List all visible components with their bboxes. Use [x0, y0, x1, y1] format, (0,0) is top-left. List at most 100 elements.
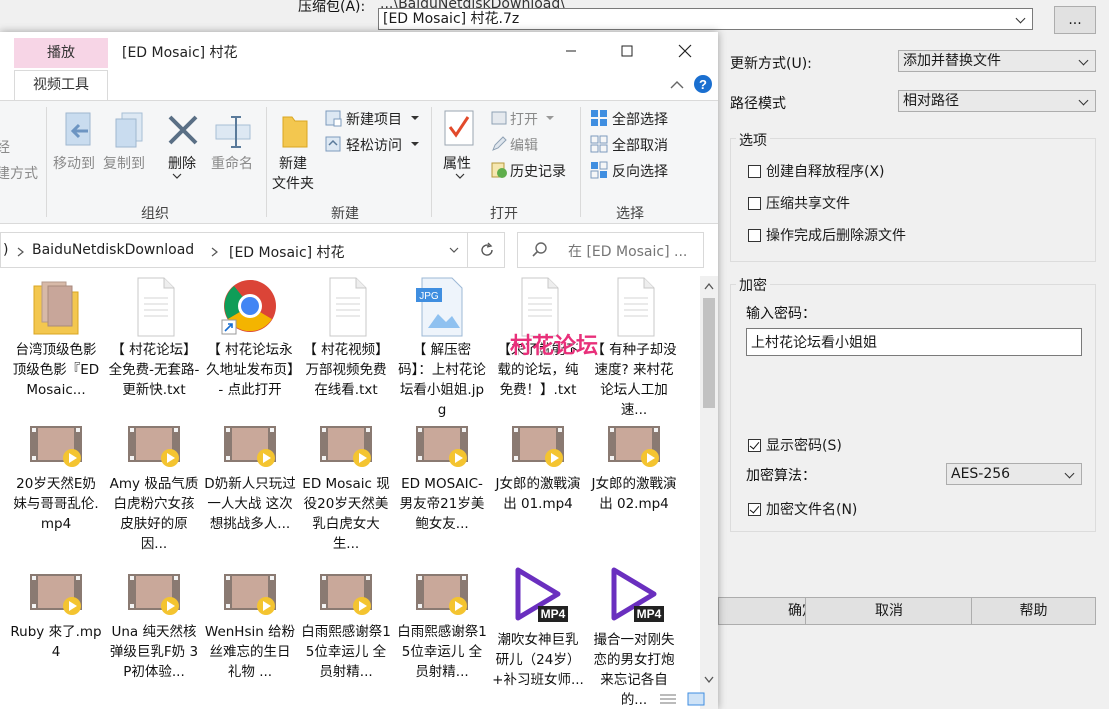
- checkbox-box-checked[interactable]: [748, 502, 761, 516]
- chevron-down-icon[interactable]: [1077, 51, 1091, 71]
- properties-button[interactable]: 属性: [443, 153, 471, 173]
- details-view-icon[interactable]: [658, 692, 678, 706]
- file-explorer-window: 播放 [ED Mosaic] 村花 视频工具 ? 经 建方式 移动到 复制到 删…: [0, 32, 718, 709]
- maximize-icon: [621, 45, 633, 57]
- ribbon-separator: [580, 107, 581, 217]
- edit-icon[interactable]: [490, 135, 508, 153]
- new-folder-icon[interactable]: [280, 111, 310, 151]
- chevron-down-icon[interactable]: [172, 173, 182, 179]
- cancel-button[interactable]: 取消: [805, 597, 973, 625]
- maximize-button[interactable]: [598, 32, 656, 70]
- move-to-icon[interactable]: [62, 111, 96, 151]
- copy-to-icon[interactable]: [112, 111, 146, 151]
- txt-file-icon: [316, 276, 376, 338]
- breadcrumb[interactable]: ) BaiduNetdiskDownload [ED Mosaic] 村花: [0, 232, 505, 268]
- checkbox-box[interactable]: [748, 196, 761, 210]
- file-name: WenHsin 给粉丝难忘的生日礼物 ...: [204, 624, 296, 680]
- ribbon-tabs: 视频工具 ?: [0, 70, 718, 100]
- chevron-down-icon[interactable]: [411, 142, 419, 147]
- file-name: 【 有种子却没速度? 来村花论坛人工加速...: [591, 342, 677, 418]
- vertical-scrollbar[interactable]: [700, 276, 718, 709]
- chevron-down-icon[interactable]: [546, 116, 554, 121]
- archive-name-combo[interactable]: [ED Mosaic] 村花.7z: [378, 8, 1033, 30]
- chevron-down-icon[interactable]: [449, 247, 459, 253]
- file-name: ED Mosaic 现役20岁天然美乳白虎女大生...: [302, 476, 390, 552]
- chevron-down-icon[interactable]: [1014, 9, 1028, 29]
- algorithm-select[interactable]: AES-256: [946, 463, 1082, 485]
- minimize-button[interactable]: [542, 32, 600, 70]
- open-button[interactable]: 打开: [510, 109, 538, 129]
- large-icons-view-icon[interactable]: [686, 692, 706, 706]
- file-name: ED MOSAIC-男友帝21岁美鲍女友...: [399, 476, 485, 532]
- breadcrumb-current[interactable]: [ED Mosaic] 村花: [229, 242, 345, 262]
- browse-button[interactable]: ...: [1054, 6, 1096, 34]
- chrome-file-icon: [220, 276, 280, 338]
- new-item-button[interactable]: 新建项目: [346, 109, 402, 129]
- help-icon[interactable]: ?: [693, 74, 713, 94]
- mp4-file-icon: MP4: [508, 566, 568, 628]
- password-input[interactable]: 上村花论坛看小姐姐: [746, 328, 1082, 356]
- select-all-button[interactable]: 全部选择: [612, 109, 668, 129]
- scroll-up-icon[interactable]: [704, 282, 714, 290]
- select-none-button[interactable]: 全部取消: [612, 135, 668, 155]
- new-folder-button-line2[interactable]: 文件夹: [272, 173, 314, 193]
- chevron-down-icon[interactable]: [1063, 464, 1077, 484]
- help-button[interactable]: 帮助: [971, 597, 1096, 625]
- breadcrumb-prefix: ): [3, 242, 9, 258]
- easy-access-button[interactable]: 轻松访问: [346, 135, 402, 155]
- invert-selection-icon[interactable]: [590, 161, 608, 179]
- checkbox-box[interactable]: [748, 228, 761, 242]
- delete-after-checkbox[interactable]: 操作完成后删除源文件: [748, 225, 906, 245]
- select-none-icon[interactable]: [590, 135, 608, 153]
- chevron-down-icon[interactable]: [455, 173, 465, 179]
- rename-icon[interactable]: [214, 111, 254, 151]
- video-file-icon: [508, 418, 568, 480]
- txt-file-icon: [604, 276, 664, 338]
- group-new-label: 新建: [331, 206, 359, 222]
- new-folder-button[interactable]: 新建: [279, 153, 307, 173]
- path-mode-select[interactable]: 相对路径: [898, 90, 1096, 112]
- select-all-icon[interactable]: [590, 109, 608, 127]
- chevron-down-icon[interactable]: [1077, 91, 1091, 111]
- ribbon-separator: [266, 107, 267, 217]
- delete-icon[interactable]: [166, 113, 200, 147]
- chevron-up-icon[interactable]: [670, 80, 684, 90]
- history-icon[interactable]: [490, 161, 508, 179]
- checkbox-box[interactable]: [748, 164, 761, 178]
- video-file-icon: [124, 566, 184, 628]
- file-name: 【 村花论坛】全免费-无套路-更新快.txt: [108, 342, 200, 398]
- new-item-icon[interactable]: [324, 109, 342, 127]
- scrollbar-thumb[interactable]: [703, 298, 715, 408]
- file-name: Ruby 來了.mp4: [10, 624, 102, 660]
- video-file-icon: [26, 566, 86, 628]
- breadcrumb-segment[interactable]: BaiduNetdiskDownload: [32, 242, 194, 258]
- edit-button[interactable]: 编辑: [510, 135, 538, 155]
- refresh-icon[interactable]: [479, 242, 495, 258]
- invert-selection-button[interactable]: 反向选择: [612, 161, 668, 181]
- sfx-checkbox[interactable]: 创建自释放程序(X): [748, 161, 885, 181]
- properties-icon[interactable]: [442, 109, 476, 149]
- chevron-right-icon[interactable]: [211, 247, 219, 257]
- search-input[interactable]: 在 [ED Mosaic] ...: [517, 232, 704, 268]
- open-icon[interactable]: [490, 109, 508, 127]
- history-button[interactable]: 历史记录: [510, 161, 566, 181]
- close-icon: [678, 44, 692, 58]
- tab-play-context[interactable]: 播放: [14, 38, 108, 68]
- copy-to-button[interactable]: 复制到: [103, 153, 145, 173]
- chevron-down-icon[interactable]: [411, 116, 419, 121]
- close-button[interactable]: [656, 32, 714, 70]
- search-placeholder: 在 [ED Mosaic] ...: [568, 244, 688, 260]
- shared-files-checkbox[interactable]: 压缩共享文件: [748, 193, 850, 213]
- file-name: 20岁天然E奶妹与哥哥乱伦.mp4: [13, 476, 99, 532]
- delete-button[interactable]: 删除: [168, 153, 196, 173]
- tab-video-tools[interactable]: 视频工具: [14, 70, 108, 100]
- checkbox-box-checked[interactable]: [748, 438, 761, 452]
- chevron-right-icon[interactable]: [17, 247, 25, 257]
- show-password-checkbox[interactable]: 显示密码(S): [748, 435, 842, 455]
- easy-access-icon[interactable]: [324, 135, 342, 153]
- update-mode-select[interactable]: 添加并替换文件: [898, 50, 1096, 72]
- rename-button[interactable]: 重命名: [211, 153, 253, 173]
- move-to-button[interactable]: 移动到: [53, 153, 95, 173]
- encrypt-names-checkbox[interactable]: 加密文件名(N): [748, 499, 857, 519]
- scroll-down-icon[interactable]: [704, 676, 714, 684]
